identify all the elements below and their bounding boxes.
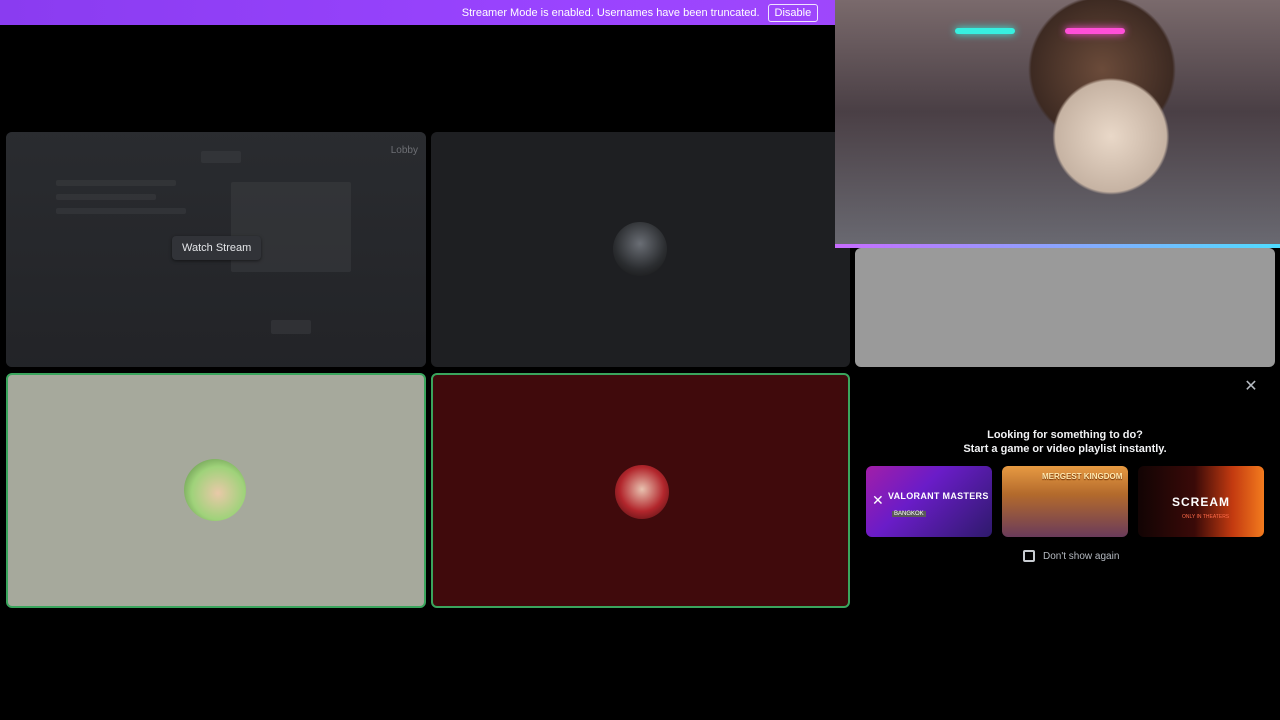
dont-show-again-label: Don't show again — [1043, 550, 1120, 562]
activity-suggestions-panel: ✕ Looking for something to do? Start a g… — [855, 373, 1275, 608]
checkbox[interactable] — [1023, 550, 1035, 562]
participant-tile[interactable] — [855, 248, 1275, 367]
watch-stream-button[interactable]: Watch Stream — [172, 236, 262, 260]
preview-element — [56, 208, 186, 214]
participant-tile-speaking[interactable] — [431, 373, 850, 608]
dont-show-again-toggle[interactable]: Don't show again — [1023, 550, 1119, 562]
neon-light — [1065, 28, 1125, 34]
participant-tile[interactable] — [431, 132, 850, 367]
close-icon[interactable]: ✕ — [1241, 377, 1261, 397]
banner-message: Streamer Mode is enabled. Usernames have… — [461, 6, 760, 19]
preview-element — [56, 194, 156, 200]
avatar — [613, 222, 667, 276]
activity-card-mergest-kingdom[interactable]: MERGEST KINGDOM — [1002, 466, 1128, 537]
preview-element — [201, 151, 241, 163]
activity-card-valorant[interactable]: ✕ VALORANT MASTERS BANGKOK — [866, 466, 992, 537]
preview-element — [56, 180, 176, 186]
neon-light — [955, 28, 1015, 34]
preview-element — [271, 320, 311, 334]
stream-tile[interactable]: Lobby Watch Stream — [6, 132, 426, 367]
valorant-logo-icon: ✕ — [872, 492, 884, 508]
activity-card-label: VALORANT MASTERS — [888, 491, 989, 501]
participant-tile-speaking[interactable] — [6, 373, 426, 608]
activity-card-scream[interactable]: SCREAM ONLY IN THEATERS — [1138, 466, 1264, 537]
webcam-overlay — [835, 0, 1280, 248]
disable-streamer-mode-button[interactable]: Disable — [767, 3, 819, 22]
activity-card-label: MERGEST KINGDOM — [1042, 472, 1123, 481]
avatar — [615, 465, 669, 519]
activity-subtitle: Start a game or video playlist instantly… — [963, 443, 1167, 455]
activity-card-sub: ONLY IN THEATERS — [1182, 514, 1230, 520]
stream-corner-label: Lobby — [390, 145, 418, 156]
activity-title: Looking for something to do? — [987, 429, 1143, 441]
avatar — [184, 459, 246, 521]
activity-card-sub: BANGKOK — [892, 511, 926, 517]
activity-card-label: SCREAM — [1172, 495, 1231, 509]
